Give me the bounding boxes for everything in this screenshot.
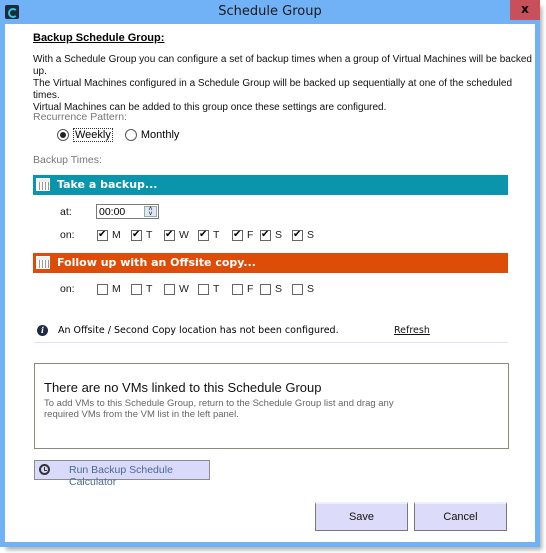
intro-line: With a Schedule Group you can configure … <box>33 54 532 77</box>
day-checkbox-2[interactable]: W <box>164 229 198 241</box>
save-button[interactable]: Save <box>315 502 408 531</box>
day-checkbox-1[interactable]: T <box>131 229 164 241</box>
day-label: T <box>146 229 153 241</box>
time-spinner[interactable]: ˄ ˅ <box>144 206 157 218</box>
radio-weekly-label[interactable]: Weekly <box>73 128 113 142</box>
day-label: M <box>112 229 121 241</box>
checkbox[interactable] <box>232 283 243 295</box>
checkbox[interactable] <box>164 283 175 295</box>
checkbox[interactable] <box>164 229 175 241</box>
take-backup-title: Take a backup... <box>57 178 158 191</box>
day-label: T <box>213 283 220 295</box>
vm-desc-line: required VMs from the VM list in the lef… <box>44 409 239 420</box>
day-checkbox-3[interactable]: T <box>198 283 232 295</box>
day-checkbox-0[interactable]: M <box>97 229 131 241</box>
day-label: F <box>247 283 254 295</box>
day-checkbox-4[interactable]: F <box>232 283 260 295</box>
recurrence-label: Recurrence Pattern: <box>33 111 127 123</box>
checkbox[interactable] <box>260 283 271 295</box>
intro-line: The Virtual Machines configured in a Sch… <box>33 78 513 101</box>
radio-monthly-label[interactable]: Monthly <box>141 129 180 141</box>
dialog-body: Backup Schedule Group: With a Schedule G… <box>5 24 535 542</box>
checkbox[interactable] <box>232 229 243 241</box>
take-backup-header: Take a backup... <box>33 175 508 195</box>
day-label: F <box>247 229 254 241</box>
recurrence-radio-group: Weekly Monthly <box>57 128 179 142</box>
day-checkbox-6[interactable]: S <box>292 229 314 241</box>
day-checkbox-5[interactable]: S <box>260 283 292 295</box>
day-label: S <box>275 283 283 295</box>
checkbox[interactable] <box>292 229 303 241</box>
offsite-copy-header: Follow up with an Offsite copy... <box>33 253 508 273</box>
info-icon: i <box>37 325 48 336</box>
day-label: S <box>275 229 283 241</box>
intro-text: With a Schedule Group you can configure … <box>33 54 533 114</box>
day-checkbox-0[interactable]: M <box>97 283 131 295</box>
divider <box>34 342 508 343</box>
clock-icon <box>39 464 50 475</box>
backup-days: MTWTFSS <box>97 229 314 241</box>
vm-desc-line: To add VMs to this Schedule Group, retur… <box>44 398 394 409</box>
run-calculator-label: Run Backup Schedule Calculator <box>69 464 173 488</box>
checkbox[interactable] <box>292 283 303 295</box>
dialog-window: Schedule Group x Backup Schedule Group: … <box>0 0 540 547</box>
offsite-days: MTWTFSS <box>97 283 314 295</box>
backup-time-input[interactable]: 00:00 ˄ ˅ <box>96 204 159 219</box>
day-checkbox-5[interactable]: S <box>260 229 292 241</box>
day-label: S <box>307 229 315 241</box>
day-label: T <box>146 283 153 295</box>
offsite-on-label: on: <box>60 283 75 295</box>
section-heading: Backup Schedule Group: <box>33 32 165 44</box>
day-checkbox-6[interactable]: S <box>292 283 314 295</box>
vm-panel-description: To add VMs to this Schedule Group, retur… <box>44 398 424 420</box>
day-checkbox-2[interactable]: W <box>164 283 198 295</box>
vm-panel: There are no VMs linked to this Schedule… <box>34 363 509 449</box>
on-label: on: <box>60 229 75 241</box>
offsite-warning: An Offsite / Second Copy location has no… <box>58 325 339 336</box>
checkbox[interactable] <box>131 229 142 241</box>
day-checkbox-3[interactable]: T <box>198 229 232 241</box>
calendar-icon <box>36 178 50 191</box>
day-label: W <box>179 229 189 241</box>
backup-times-label: Backup Times: <box>33 154 102 166</box>
radio-weekly[interactable] <box>57 129 69 141</box>
day-checkbox-1[interactable]: T <box>131 283 164 295</box>
backup-time-value[interactable]: 00:00 <box>99 206 125 218</box>
checkbox[interactable] <box>198 283 209 295</box>
day-label: M <box>112 283 121 295</box>
day-label: W <box>179 283 189 295</box>
checkbox[interactable] <box>131 283 142 295</box>
close-button[interactable]: x <box>510 0 540 20</box>
checkbox[interactable] <box>97 229 108 241</box>
checkbox[interactable] <box>97 283 108 295</box>
title-bar[interactable]: Schedule Group x <box>0 0 540 24</box>
day-label: T <box>213 229 220 241</box>
checkbox[interactable] <box>260 229 271 241</box>
day-checkbox-4[interactable]: F <box>232 229 260 241</box>
radio-monthly[interactable] <box>124 129 137 141</box>
day-label: S <box>307 283 315 295</box>
cancel-button[interactable]: Cancel <box>414 502 507 531</box>
offsite-copy-title: Follow up with an Offsite copy... <box>57 256 256 269</box>
vm-panel-title: There are no VMs linked to this Schedule… <box>44 380 322 395</box>
refresh-link[interactable]: Refresh <box>394 325 430 336</box>
calendar-icon <box>36 256 50 269</box>
window-title: Schedule Group <box>218 4 322 19</box>
checkbox[interactable] <box>198 229 209 241</box>
at-label: at: <box>60 206 72 218</box>
run-calculator-button[interactable]: Run Backup Schedule Calculator <box>34 460 210 488</box>
